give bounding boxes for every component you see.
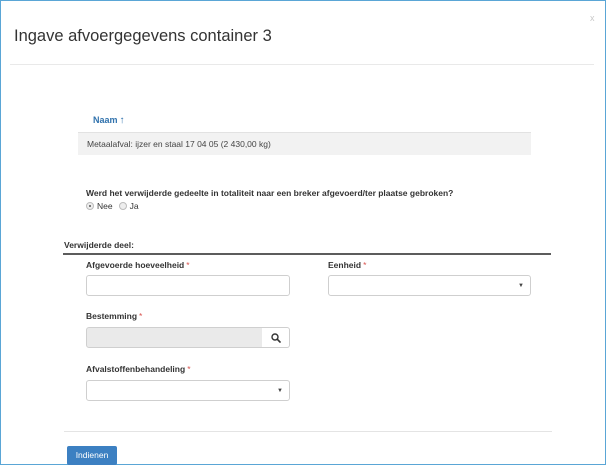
radio-ja[interactable] xyxy=(118,202,127,210)
required-mark: * xyxy=(363,260,367,270)
quantity-label: Afgevoerde hoeveelheid * xyxy=(86,260,190,270)
chevron-down-icon: ▼ xyxy=(277,388,283,394)
unit-label-text: Eenheid xyxy=(328,260,362,270)
table-cell: Metaalafval: ijzer en staal 17 04 05 (2 … xyxy=(87,139,271,149)
radio-nee-label[interactable]: Nee xyxy=(97,201,113,211)
close-button[interactable]: x xyxy=(590,14,595,23)
dialog-title: Ingave afvoergegevens container 3 xyxy=(14,27,272,45)
submit-button[interactable]: Indienen xyxy=(67,446,117,465)
unit-label: Eenheid * xyxy=(328,260,366,270)
section-title: Verwijderde deel: xyxy=(64,240,134,250)
breaker-radio-group: Nee Ja xyxy=(86,201,145,211)
radio-ja-label[interactable]: Ja xyxy=(130,201,139,211)
treatment-select[interactable]: ▼ xyxy=(86,380,290,401)
chevron-down-icon: ▼ xyxy=(518,283,524,289)
radio-nee[interactable] xyxy=(86,202,94,210)
destination-input[interactable] xyxy=(86,327,263,348)
quantity-input[interactable] xyxy=(86,275,290,296)
column-header-naam[interactable]: Naam ↑ xyxy=(93,115,125,126)
destination-label-text: Bestemming xyxy=(86,311,138,321)
required-mark: * xyxy=(186,260,190,270)
required-mark: * xyxy=(187,364,191,374)
treatment-label: Afvalstoffenbehandeling * xyxy=(86,364,191,374)
destination-search-button[interactable] xyxy=(262,327,290,348)
required-mark: * xyxy=(139,311,143,321)
destination-label: Bestemming * xyxy=(86,311,142,321)
column-header-label: Naam xyxy=(93,115,118,125)
breaker-question: Werd het verwijderde gedeelte in totalit… xyxy=(86,188,454,198)
unit-select[interactable]: ▼ xyxy=(328,275,531,296)
header-divider xyxy=(10,64,594,65)
section-divider xyxy=(63,253,551,255)
quantity-label-text: Afgevoerde hoeveelheid xyxy=(86,260,185,270)
sort-arrow-icon: ↑ xyxy=(119,115,125,126)
treatment-label-text: Afvalstoffenbehandeling xyxy=(86,364,186,374)
search-icon xyxy=(271,333,281,343)
footer-divider xyxy=(64,431,552,432)
table-row: Metaalafval: ijzer en staal 17 04 05 (2 … xyxy=(78,132,531,155)
